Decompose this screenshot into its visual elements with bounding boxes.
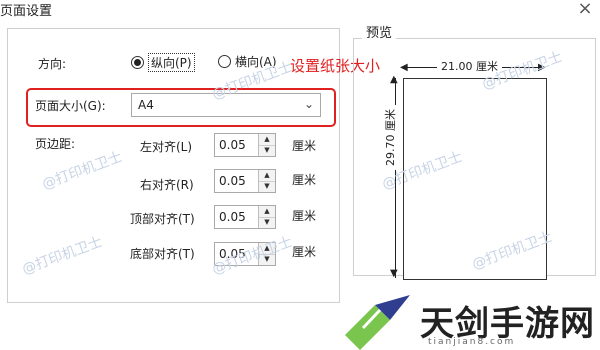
right-margin-label: 右对齐(R) bbox=[140, 178, 194, 192]
chevron-down-icon: ⌄ bbox=[303, 97, 314, 111]
preview-height-label: 29.70 厘米 bbox=[382, 105, 398, 170]
bottom-margin-unit: 厘米 bbox=[292, 245, 317, 259]
top-margin-value: 0.05 bbox=[219, 210, 246, 224]
radio-unselected-icon bbox=[218, 55, 231, 68]
sword-logo-icon bbox=[345, 295, 410, 350]
arrow-up-icon: ▲ bbox=[390, 74, 398, 85]
stepper-down-icon[interactable]: ▼ bbox=[259, 145, 275, 156]
left-margin-value: 0.05 bbox=[219, 138, 246, 152]
bottom-margin-label: 底部对齐(T) bbox=[130, 247, 195, 261]
left-margin-label: 左对齐(L) bbox=[140, 140, 193, 154]
top-margin-unit: 厘米 bbox=[292, 209, 317, 223]
stepper-down-icon[interactable]: ▼ bbox=[259, 181, 275, 192]
close-icon[interactable]: × bbox=[576, 0, 594, 18]
right-margin-value: 0.05 bbox=[219, 174, 246, 188]
left-margin-stepper[interactable]: 0.05 ▲ ▼ bbox=[214, 133, 276, 157]
left-margin-unit: 厘米 bbox=[292, 139, 317, 153]
top-margin-stepper[interactable]: 0.05 ▲ ▼ bbox=[214, 205, 276, 229]
site-url: tianjian8.com bbox=[428, 337, 516, 347]
preview-title: 预览 bbox=[362, 22, 397, 41]
stepper-buttons: ▲ ▼ bbox=[258, 206, 275, 228]
dialog-title: 页面设置 bbox=[0, 4, 53, 19]
site-logo: 天剑手游网 tianjian8.com bbox=[335, 290, 600, 350]
margins-label: 页边距: bbox=[35, 137, 76, 151]
stepper-down-icon[interactable]: ▼ bbox=[259, 217, 275, 228]
page-size-label: 页面大小(G): bbox=[35, 99, 106, 113]
right-margin-unit: 厘米 bbox=[292, 173, 317, 187]
radio-selected-icon bbox=[131, 56, 144, 69]
page-size-value: A4 bbox=[138, 98, 154, 112]
arrow-left-icon: ◀ bbox=[400, 62, 408, 73]
top-margin-label: 顶部对齐(T) bbox=[130, 212, 195, 226]
portrait-radio[interactable]: 纵向(P) bbox=[131, 53, 195, 72]
stepper-buttons: ▲ ▼ bbox=[258, 170, 275, 192]
arrow-down-icon: ▼ bbox=[390, 268, 398, 279]
right-margin-stepper[interactable]: 0.05 ▲ ▼ bbox=[214, 169, 276, 193]
orientation-label: 方向: bbox=[38, 57, 67, 71]
portrait-label: 纵向(P) bbox=[148, 53, 195, 72]
stepper-buttons: ▲ ▼ bbox=[258, 134, 275, 156]
